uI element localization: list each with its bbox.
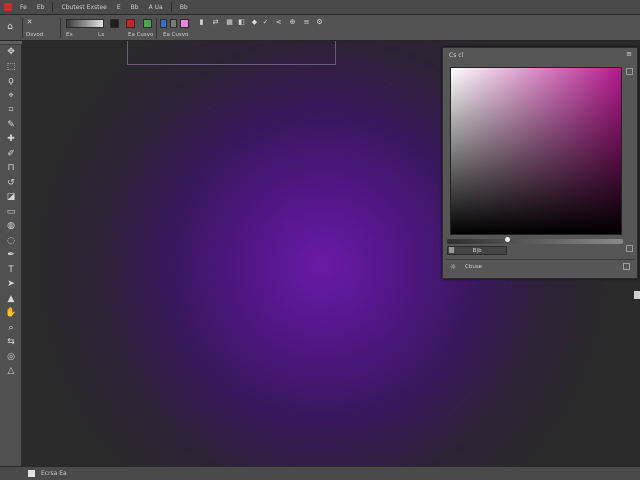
gradient-tool-icon[interactable]: ▭ [0,205,22,220]
angle-icon[interactable]: ✓ [262,19,269,26]
brush-tool-icon[interactable]: ✐ [0,147,22,162]
options-divider [22,18,23,38]
crop-tool-icon[interactable]: ⌗ [0,103,22,118]
green-swatch-button[interactable] [143,19,152,28]
quick-select-tool-icon[interactable]: ⌖ [0,89,22,104]
app-logo-icon [4,3,12,11]
pen-tool-icon[interactable]: ✒ [0,248,22,263]
menu-bar: Fe Eb Cbutest Exstee E Bb A Ua Bb [0,0,640,15]
option-text-3: Ea Cusvo [128,32,154,38]
panel-side-button[interactable] [626,245,633,252]
panel-menu-icon[interactable]: ≡ [625,50,633,58]
canvas-scroll-handle[interactable] [634,291,640,299]
hue-slider-knob[interactable] [505,237,510,242]
option-text-3b: Ea Cusvo [163,32,189,38]
healing-tool-icon[interactable]: ✚ [0,132,22,147]
lasso-tool-icon[interactable]: ϙ [0,74,22,89]
options-divider [156,18,157,38]
history-brush-tool-icon[interactable]: ↺ [0,176,22,191]
eyedropper-tool-icon[interactable]: ✎ [0,118,22,133]
hue-value-text: B|b [472,248,482,254]
blue-swatch-button[interactable] [160,19,167,28]
menu-divider [170,2,172,12]
marquee-tool-icon[interactable]: ⬚ [0,60,22,75]
share-icon[interactable]: ⋖ [275,19,282,26]
type-tool-icon[interactable]: T [0,263,22,278]
field-swatch [449,247,454,253]
tool-preset-label: Dsvod [26,32,44,38]
menu-item-3[interactable]: Cbutest Exstee [59,4,108,11]
pink-swatch-button[interactable] [180,19,189,28]
home-icon[interactable]: ⌂ [4,21,16,33]
dither-icon[interactable]: ▦ [226,19,233,26]
red-swatch-button[interactable] [126,19,135,28]
options-bar: ⌂ ✕ Dsvod Ex Lx Ea Cusvo Ea Cusvo ▮ ⇄ ▦ … [0,15,640,41]
close-icon[interactable]: ✕ [26,19,33,26]
zoom-tool-icon[interactable]: ⌕ [0,321,22,336]
color-field[interactable] [450,67,622,235]
adjust-icon[interactable]: ☼ [450,263,458,271]
hand-tool-icon[interactable]: ✋ [0,306,22,321]
option-text-1: Ex [66,32,73,38]
gradient-preview-button[interactable] [66,19,104,28]
mode-icon[interactable]: ▮ [198,19,205,26]
move-tool-icon[interactable]: ✥ [0,45,22,60]
menu-item-6[interactable]: A Ua [147,4,165,11]
color-swap-icon[interactable]: ⇆ [0,335,22,350]
panel-side-button[interactable] [626,68,633,75]
menu-item-5[interactable]: Bb [129,4,141,11]
eraser-tool-icon[interactable]: ◪ [0,190,22,205]
shape-tool-icon[interactable]: ▲ [0,292,22,307]
hue-slider[interactable] [447,239,623,244]
screen-mode-icon[interactable]: △ [0,364,22,379]
panel-footer-label: Cbuse [465,264,483,270]
document-icon[interactable] [28,470,35,477]
stamp-tool-icon[interactable]: ⊓ [0,161,22,176]
selection-marquee [127,41,336,65]
settings-icon[interactable]: ⚙ [316,19,323,26]
black-swatch-button[interactable] [110,19,119,28]
menu-item-7[interactable]: Bb [178,4,190,11]
transparency-icon[interactable]: ◧ [238,19,245,26]
menu-item-4[interactable]: E [115,4,123,11]
app-window: Fe Eb Cbutest Exstee E Bb A Ua Bb ⌂ ✕ Ds… [0,0,640,480]
panel-title: Cs cl [449,52,464,59]
align-icon[interactable]: ≡ [303,19,310,26]
target-icon[interactable]: ⊕ [289,19,296,26]
panel-divider [445,259,635,260]
color-picker-panel: Cs cl ≡ B|b ☼ Cbuse [442,47,638,279]
options-divider [60,18,61,38]
path-select-tool-icon[interactable]: ➤ [0,277,22,292]
option-text-2: Lx [98,32,105,38]
status-bar: Ecrsa Ea [0,466,640,480]
status-text: Ecrsa Ea [41,470,67,477]
quick-mask-icon[interactable]: ◎ [0,350,22,365]
menu-item-1[interactable]: Fe [18,4,29,11]
reverse-icon[interactable]: ⇄ [212,19,219,26]
gray-swatch-button[interactable] [170,19,177,28]
link-icon[interactable]: ◆ [251,19,258,26]
blur-tool-icon[interactable]: ◍ [0,219,22,234]
panel-footer-button[interactable] [623,263,630,270]
menu-divider [52,2,54,12]
menu-item-2[interactable]: Eb [35,4,47,11]
tools-panel: ✥ ⬚ ϙ ⌖ ⌗ ✎ ✚ ✐ ⊓ ↺ ◪ ▭ ◍ ◌ ✒ T ➤ ▲ ✋ ⌕ … [0,41,22,466]
hue-value-field[interactable]: B|b [447,246,507,255]
dodge-tool-icon[interactable]: ◌ [0,234,22,249]
